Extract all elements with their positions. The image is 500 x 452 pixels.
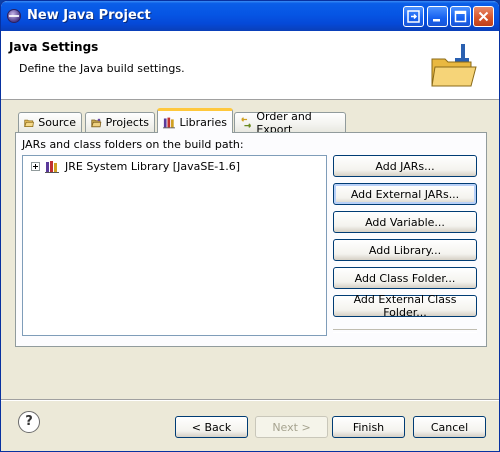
window-title: New Java Project: [27, 8, 151, 23]
footer-separator: [1, 399, 499, 401]
tree-item-jre-system-library[interactable]: JRE System Library [JavaSE-1.6]: [31, 160, 240, 173]
context-help-icon: [407, 10, 420, 23]
add-class-folder-button[interactable]: Add Class Folder...: [333, 267, 477, 289]
minimize-button[interactable]: [427, 6, 448, 27]
add-variable-button[interactable]: Add Variable...: [333, 211, 477, 233]
add-library-button[interactable]: Add Library...: [333, 239, 477, 261]
libraries-panel: JARs and class folders on the build path…: [15, 132, 487, 347]
close-button[interactable]: [473, 6, 494, 27]
maximize-button[interactable]: [450, 6, 471, 27]
tab-source-label: Source: [38, 116, 76, 129]
wizard-header: Java Settings Define the Java build sett…: [1, 31, 499, 100]
new-java-project-window: New Java Project Java Settings Define th…: [0, 0, 500, 452]
eclipse-icon: [7, 9, 21, 23]
source-folder-icon: [24, 119, 34, 127]
order-export-icon: [241, 116, 252, 128]
build-path-label: JARs and class folders on the build path…: [22, 138, 244, 151]
help-button[interactable]: ?: [18, 411, 40, 433]
maximize-icon: [454, 10, 467, 23]
libraries-icon: [163, 117, 176, 128]
tab-libraries[interactable]: Libraries: [157, 108, 233, 133]
cancel-button[interactable]: Cancel: [413, 416, 486, 438]
expand-icon[interactable]: [31, 162, 40, 171]
finish-button[interactable]: Finish: [332, 416, 405, 438]
tab-projects[interactable]: Projects: [85, 112, 155, 132]
add-external-jars-button[interactable]: Add External JARs...: [333, 183, 477, 205]
add-external-class-folder-button[interactable]: Add External Class Folder...: [333, 293, 477, 319]
tab-projects-label: Projects: [105, 116, 149, 129]
build-path-tree[interactable]: JRE System Library [JavaSE-1.6]: [22, 155, 327, 336]
next-button[interactable]: Next >: [255, 416, 328, 438]
tab-libraries-label: Libraries: [179, 115, 227, 129]
back-button[interactable]: < Back: [175, 416, 248, 438]
tab-order-and-export[interactable]: Order and Export: [234, 110, 346, 136]
button-separator: [333, 329, 477, 333]
page-description: Define the Java build settings.: [19, 62, 185, 75]
projects-icon: [91, 118, 102, 127]
page-title: Java Settings: [9, 40, 99, 54]
tab-source[interactable]: Source: [18, 112, 82, 132]
minimize-icon: [433, 19, 440, 22]
title-bar[interactable]: New Java Project: [1, 1, 499, 31]
java-project-wizard-icon: [431, 44, 477, 87]
tree-item-label: JRE System Library [JavaSE-1.6]: [65, 160, 241, 173]
library-icon: [45, 161, 59, 173]
context-help-button[interactable]: [403, 6, 424, 27]
add-jars-button[interactable]: Add JARs...: [333, 155, 477, 177]
close-icon: [478, 11, 489, 22]
build-path-tabs: Source Projects Libraries Order and Expo…: [1, 108, 499, 348]
